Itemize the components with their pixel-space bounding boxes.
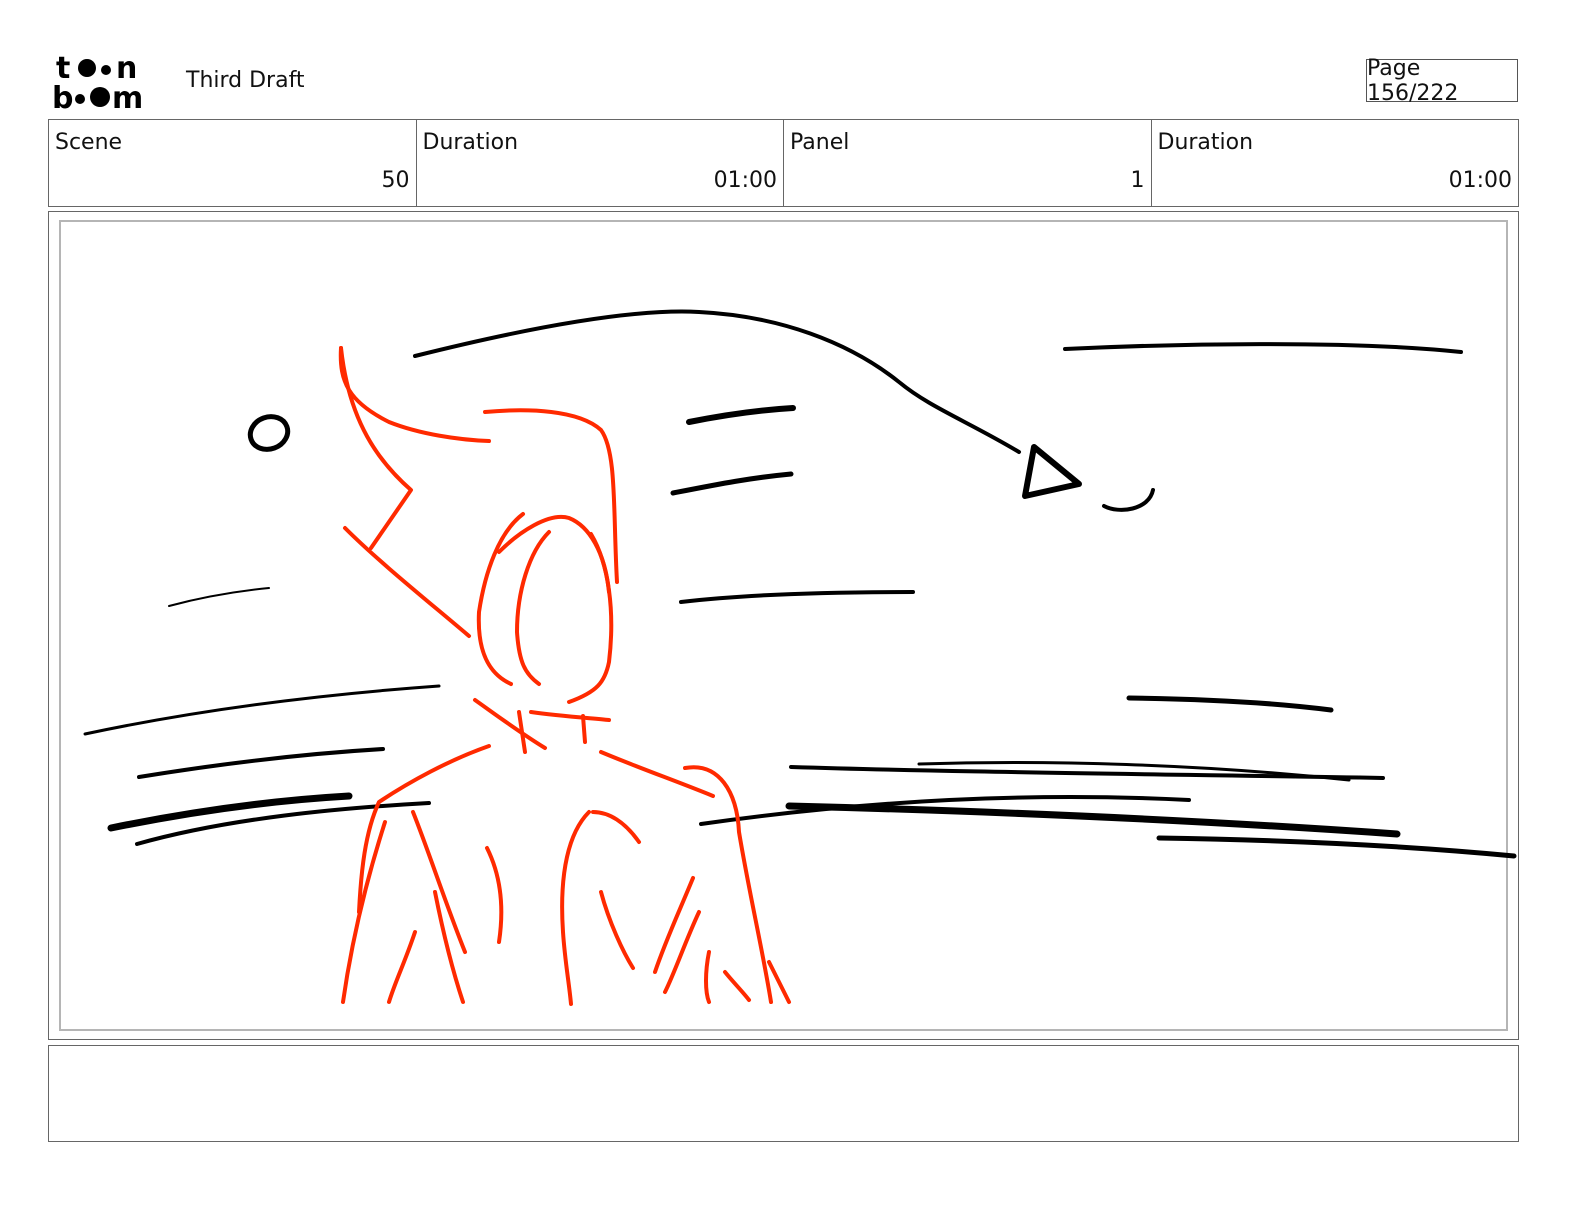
speed-line xyxy=(1126,695,1334,713)
svg-text:b: b xyxy=(52,81,73,114)
motion-arc-stroke xyxy=(413,309,1021,454)
arm-stroke xyxy=(653,876,695,974)
speed-line xyxy=(789,765,1385,780)
hair-top-stroke xyxy=(483,408,619,584)
small-circle-stroke xyxy=(247,414,291,452)
panel-sketch xyxy=(83,309,1517,1006)
shoulder-left-stroke xyxy=(357,744,491,914)
scene-duration-value: 01:00 xyxy=(713,168,777,193)
scene-value: 50 xyxy=(381,168,410,193)
hair-stroke xyxy=(343,526,471,638)
panel-duration-value: 01:00 xyxy=(1448,168,1512,193)
speed-line xyxy=(679,590,915,604)
scene-label: Scene xyxy=(55,130,123,155)
speed-line xyxy=(168,587,270,607)
scene-duration-label: Duration xyxy=(422,130,519,155)
hair-spike-stroke xyxy=(339,346,413,550)
page-indicator: Page 156/222 xyxy=(1366,56,1518,106)
back-stroke xyxy=(387,930,417,1004)
back-stroke xyxy=(591,810,641,844)
svg-text:m: m xyxy=(112,81,143,114)
arm-stroke xyxy=(704,950,711,1004)
shoulder-right-stroke xyxy=(683,765,773,1004)
panel-notes-box xyxy=(48,1045,1519,1142)
speed-line xyxy=(785,802,1401,838)
speed-line xyxy=(1063,342,1463,354)
back-stroke xyxy=(599,890,635,970)
scene-duration-cell: Duration 01:00 xyxy=(417,120,784,206)
collar-stroke xyxy=(529,710,611,722)
back-stroke xyxy=(560,810,591,1006)
spine-stroke xyxy=(485,846,504,944)
arm-stroke xyxy=(663,910,701,994)
arm-stroke xyxy=(723,970,751,1002)
face-stroke xyxy=(567,532,614,704)
speed-line xyxy=(686,405,796,425)
scene-cell: Scene 50 xyxy=(49,120,417,206)
speed-line xyxy=(1156,835,1517,859)
head-inner-stroke xyxy=(515,530,551,686)
collar-stroke xyxy=(581,714,587,744)
panel-duration-label: Duration xyxy=(1157,130,1254,155)
speed-line xyxy=(137,747,385,779)
panel-label: Panel xyxy=(790,130,850,155)
panel-value: 1 xyxy=(1130,168,1145,193)
storyboard-panel xyxy=(48,211,1519,1040)
neck-stroke xyxy=(473,698,547,750)
head-outline-stroke xyxy=(476,512,525,686)
arrowhead-stroke xyxy=(1022,444,1082,499)
speed-line xyxy=(670,471,794,496)
back-stroke xyxy=(411,810,467,954)
shoulder-right-stroke xyxy=(599,750,715,798)
panel-cell: Panel 1 xyxy=(784,120,1152,206)
toon-boom-logo: t n b m xyxy=(52,51,143,114)
small-curl-stroke xyxy=(1102,488,1155,512)
document-title: Third Draft xyxy=(186,68,305,93)
speed-line xyxy=(83,684,441,736)
panel-duration-cell: Duration 01:00 xyxy=(1152,120,1519,206)
head-swirl-stroke xyxy=(497,514,611,594)
scene-info-table: Scene 50 Duration 01:00 Panel 1 Duration… xyxy=(48,119,1519,207)
